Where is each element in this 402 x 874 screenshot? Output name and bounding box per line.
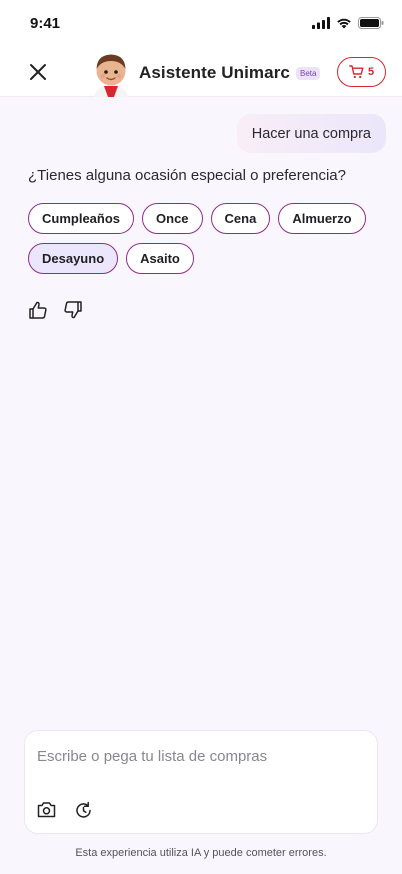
header-title-group: Asistente Unimarc Beta (139, 63, 321, 83)
thumbs-down-icon (64, 301, 82, 319)
message-composer (24, 730, 378, 834)
user-message-text: Hacer una compra (251, 125, 371, 142)
cart-button[interactable]: 5 (337, 57, 386, 87)
option-chip-desayuno[interactable]: Desayuno (28, 243, 119, 274)
quick-reply-row: Cumpleaños Once Cena Almuerzo (28, 203, 378, 234)
thumbs-up-icon (29, 301, 47, 319)
camera-icon (37, 802, 56, 818)
battery-icon (358, 17, 384, 29)
cart-count: 5 (367, 66, 375, 78)
assistant-title: Asistente Unimarc (139, 63, 290, 82)
user-message-bubble: Hacer una compra (236, 114, 386, 153)
history-refresh-icon (76, 801, 91, 818)
quick-reply-options: Cumpleaños Once Cena Almuerzo Desayuno A… (28, 203, 378, 283)
cart-icon (349, 65, 364, 79)
option-chip-almuerzo[interactable]: Almuerzo (278, 203, 366, 234)
chat-header: Asistente Unimarc Beta 5 (0, 46, 402, 97)
wifi-icon (336, 17, 352, 29)
beta-badge: Beta (295, 66, 321, 80)
status-time: 9:41 (30, 14, 61, 32)
repeat-order-button[interactable] (74, 801, 93, 820)
thumbs-up-button[interactable] (28, 300, 48, 320)
quick-reply-row: Desayuno Asaito (28, 243, 378, 274)
close-icon (30, 64, 46, 80)
camera-button[interactable] (37, 801, 56, 820)
status-icons (312, 17, 384, 29)
shopping-list-input[interactable] (37, 745, 357, 767)
option-chip-once[interactable]: Once (142, 203, 203, 234)
composer-tools (37, 801, 93, 820)
close-button[interactable] (26, 60, 50, 84)
option-chip-cena[interactable]: Cena (210, 203, 271, 234)
cellular-signal-icon (312, 17, 330, 29)
status-bar: 9:41 (0, 0, 402, 46)
assistant-message: ¿Tienes alguna ocasión especial o prefer… (28, 167, 346, 184)
option-chip-asaito[interactable]: Asaito (126, 243, 194, 274)
ai-disclaimer: Esta experiencia utiliza IA y puede come… (75, 847, 327, 859)
message-feedback (28, 300, 83, 320)
option-chip-cumpleanos[interactable]: Cumpleaños (28, 203, 135, 234)
assistant-avatar (88, 48, 134, 97)
thumbs-down-button[interactable] (63, 300, 83, 320)
